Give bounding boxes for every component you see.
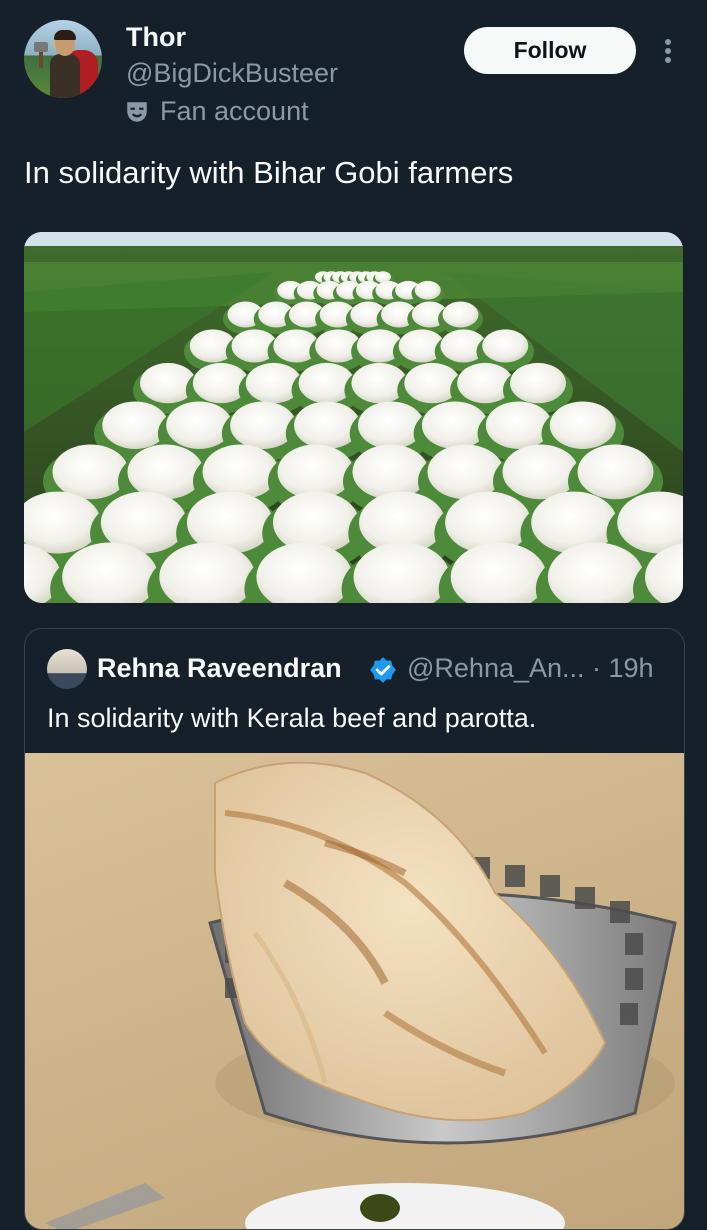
cauliflower-head [294, 401, 361, 449]
quoted-handle-time[interactable]: @Rehna_An... · 19h [407, 653, 654, 684]
parotta-basket-illustration [45, 761, 677, 1229]
cauliflower-head [52, 444, 129, 500]
avatar-hammer-handle [39, 50, 43, 68]
more-vertical-icon[interactable] [656, 36, 680, 66]
cauliflower-head [421, 401, 488, 449]
follow-button[interactable]: Follow [464, 27, 636, 74]
cauliflower-head [485, 401, 552, 449]
cauliflower-head [202, 444, 279, 500]
author-avatar[interactable] [24, 20, 102, 98]
author-name[interactable]: Thor [126, 22, 186, 53]
theater-mask-icon [127, 101, 147, 122]
cauliflower-head [414, 280, 441, 300]
avatar-hair [54, 30, 76, 40]
avatar-hammer [34, 42, 48, 52]
author-handle[interactable]: @BigDickBusteer [126, 58, 338, 89]
parotta-basket-image[interactable] [25, 753, 684, 1229]
badge-label: Fan account [160, 96, 309, 126]
cauliflower-head [510, 362, 566, 404]
cauliflower-head [352, 444, 429, 500]
cauliflower-head [277, 444, 354, 500]
cauliflower-field-image[interactable] [24, 232, 683, 603]
cauliflower-head [577, 444, 654, 500]
cauliflower-head [357, 401, 424, 449]
quoted-author-name[interactable]: Rehna Raveendran [97, 653, 342, 684]
cauliflower-head [549, 401, 616, 449]
verified-badge-icon [370, 657, 396, 683]
quoted-tweet[interactable]: Rehna Raveendran @Rehna_An... · 19h In s… [24, 628, 685, 1230]
fan-account-badge: Fan account [124, 96, 309, 127]
cauliflower-head [166, 401, 233, 449]
tweet-text: In solidarity with Bihar Gobi farmers [24, 155, 514, 190]
cauliflower-field-illustration [24, 232, 683, 603]
cauliflower-head [230, 401, 297, 449]
cauliflower-head [442, 301, 479, 328]
cauliflower-head [127, 444, 204, 500]
quoted-tweet-text: In solidarity with Kerala beef and parot… [47, 703, 537, 733]
cauliflower-head [482, 329, 529, 363]
cauliflower-head [102, 401, 169, 449]
cauliflower-head [427, 444, 504, 500]
cauliflower-head [502, 444, 579, 500]
avatar-body [50, 54, 80, 98]
quoted-author-avatar[interactable] [47, 649, 87, 689]
